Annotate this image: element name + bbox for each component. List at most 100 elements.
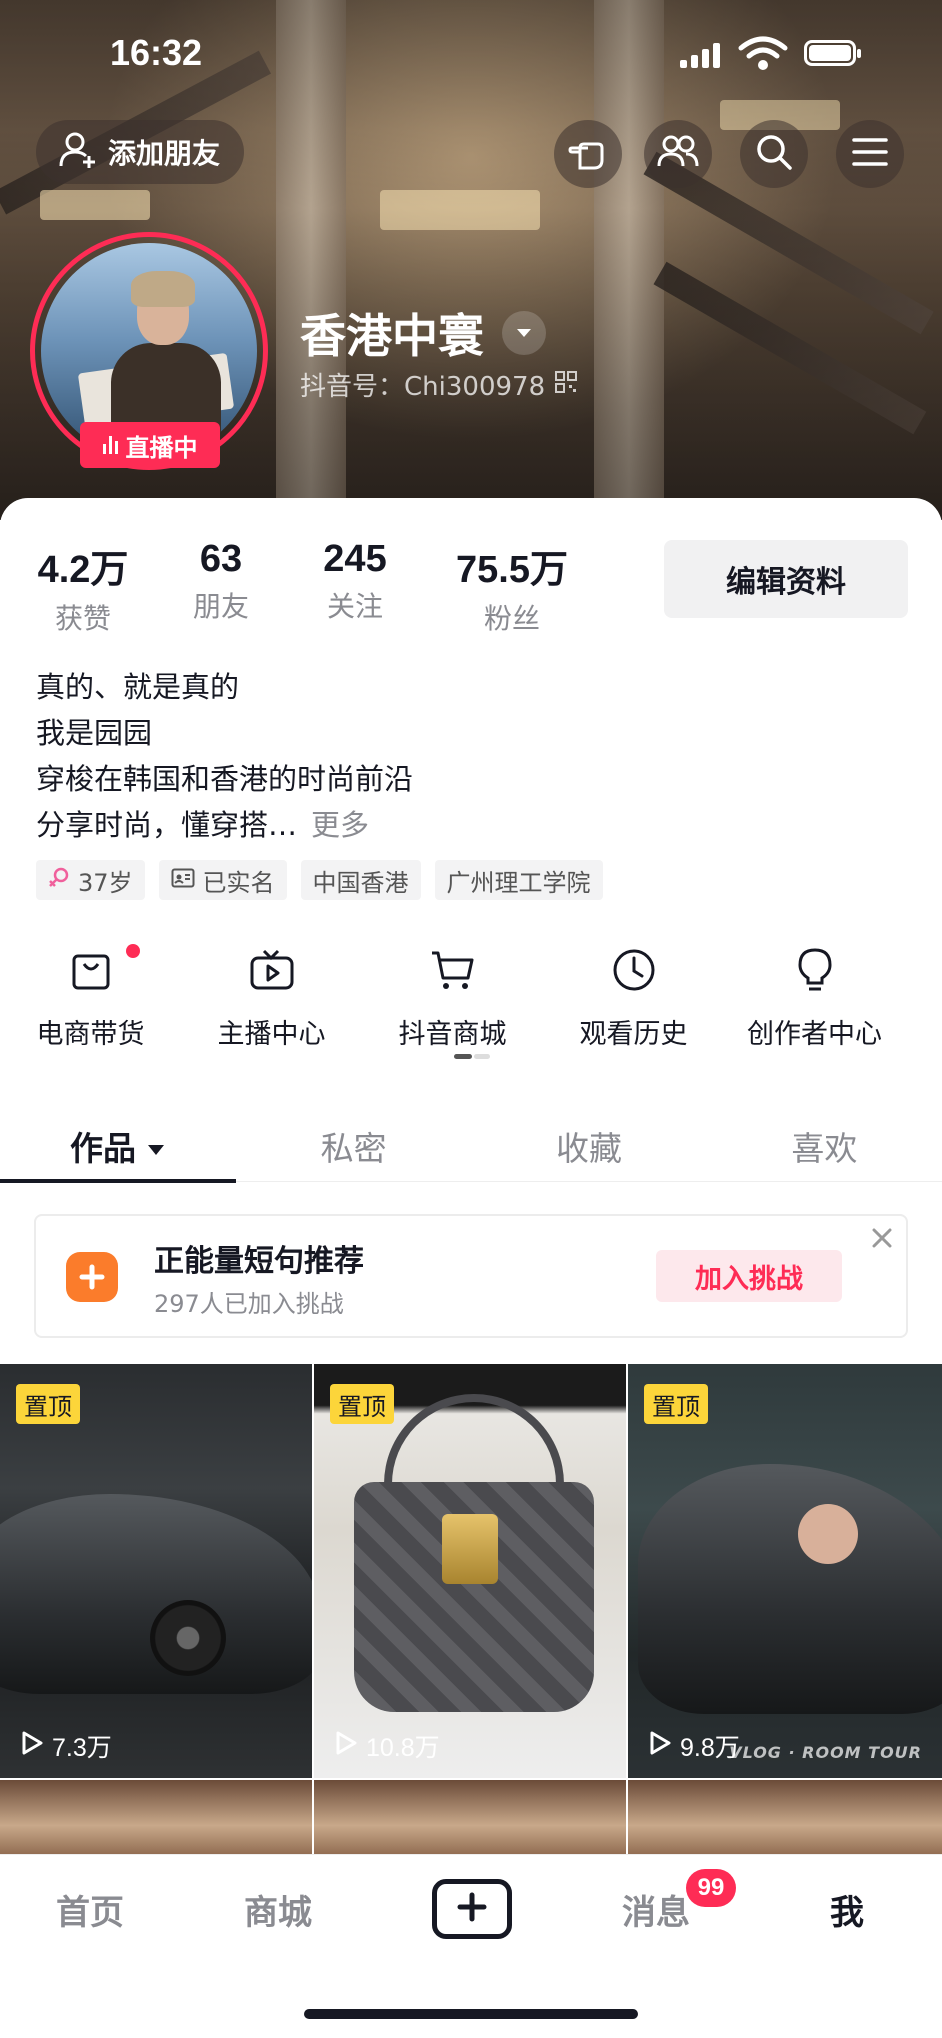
pinned-badge: 置顶	[644, 1384, 708, 1424]
friends-button[interactable]	[644, 120, 712, 188]
content-tabs: 作品 私密 收藏 喜欢	[0, 1110, 942, 1183]
edit-profile-button[interactable]: 编辑资料	[664, 540, 908, 618]
play-icon	[334, 1730, 358, 1763]
challenge-subtitle: 297人已加入挑战	[154, 1290, 344, 1318]
menu-button[interactable]	[836, 120, 904, 188]
stat-likes-value: 4.2万	[37, 549, 129, 591]
profile-tags: 37岁 已实名 中国香港 广州理工学院	[36, 860, 603, 900]
hamburger-menu-icon	[851, 135, 889, 173]
stat-followers[interactable]: 75.5万 粉丝	[450, 538, 574, 637]
stat-followers-label: 粉丝	[483, 602, 540, 635]
tag-location: 中国香港	[300, 860, 421, 900]
shopping-cart-icon	[362, 942, 543, 998]
tag-age-label: 37岁	[78, 868, 133, 897]
group-icon	[656, 132, 700, 176]
stat-followers-value: 75.5万	[456, 549, 568, 591]
tab-favorites-label: 收藏	[555, 1128, 622, 1168]
battery-icon	[804, 40, 861, 66]
stat-friends-value: 63	[199, 538, 243, 580]
douyin-id[interactable]: 抖音号：Chi300978	[300, 366, 578, 403]
id-card-icon	[171, 866, 195, 894]
shortcut-creator-center[interactable]: 创作者中心	[724, 942, 905, 1051]
view-count: 10.8万	[334, 1728, 440, 1764]
caret-down-icon	[146, 1126, 166, 1165]
video-thumbnail[interactable]	[314, 1780, 626, 1856]
create-button[interactable]	[432, 1879, 512, 1939]
shortcut-watch-history[interactable]: 观看历史	[543, 942, 724, 1051]
video-thumbnail[interactable]	[0, 1780, 312, 1856]
video-thumbnail[interactable]	[628, 1780, 942, 1856]
tag-age: 37岁	[36, 860, 145, 900]
join-challenge-button[interactable]: 加入挑战	[656, 1250, 842, 1302]
account-switch-icon[interactable]	[502, 311, 546, 355]
search-button[interactable]	[740, 120, 808, 188]
shortcut-douyin-mall[interactable]: 抖音商城	[362, 942, 543, 1051]
lightbulb-icon	[724, 942, 905, 998]
nav-me[interactable]: 我	[830, 1885, 864, 1934]
add-friend-button[interactable]: 添加朋友	[36, 120, 245, 184]
search-icon	[754, 132, 794, 176]
video-grid: 置顶 7.3万 置顶 10.8万 置顶 9.8万 VLOG · ROOM TOU…	[0, 1364, 942, 1856]
close-icon[interactable]	[870, 1226, 894, 1254]
shortcut-label: 创作者中心	[747, 1019, 882, 1050]
stat-friends-label: 朋友	[192, 590, 249, 623]
douyin-id-text: 抖音号：Chi300978	[300, 372, 546, 402]
tab-likes[interactable]: 喜欢	[707, 1110, 942, 1181]
nickname-text: 香港中寰	[300, 309, 484, 363]
tag-verified: 已实名	[158, 860, 287, 900]
challenge-title: 正能量短句推荐	[154, 1244, 364, 1279]
bio: 真的、就是真的 我是园园 穿梭在韩国和香港的时尚前沿 分享时尚，懂穿搭… 更多	[36, 664, 413, 848]
shortcut-streamer-center[interactable]: 主播中心	[181, 942, 362, 1051]
live-badge[interactable]: 直播中	[80, 422, 220, 468]
message-count-badge: 99	[686, 1869, 736, 1907]
plus-icon	[456, 1891, 488, 1927]
tab-works[interactable]: 作品	[0, 1110, 236, 1183]
video-thumbnail[interactable]: 置顶 10.8万	[314, 1364, 626, 1778]
stat-following-value: 245	[323, 538, 387, 580]
tab-works-label: 作品	[70, 1128, 136, 1168]
view-count: 7.3万	[20, 1728, 112, 1764]
status-bar: 16:32	[0, 30, 942, 80]
visitor-button[interactable]	[554, 120, 622, 188]
stat-friends[interactable]: 63 朋友	[172, 538, 270, 637]
view-count-text: 7.3万	[52, 1734, 112, 1762]
tag-school: 广州理工学院	[434, 860, 603, 900]
profile-card: 4.2万 获赞 63 朋友 245 关注 75.5万 粉丝 编辑资料 真的、就是…	[0, 498, 942, 2038]
bio-line: 我是园园	[36, 716, 153, 750]
clock-icon	[543, 942, 724, 998]
play-icon	[20, 1730, 44, 1763]
shortcut-label: 抖音商城	[398, 1019, 507, 1050]
challenge-banner[interactable]: 正能量短句推荐 297人已加入挑战 加入挑战	[34, 1214, 908, 1338]
stat-following[interactable]: 245 关注	[306, 538, 404, 637]
tab-private[interactable]: 私密	[236, 1110, 471, 1181]
add-friend-label: 添加朋友	[108, 137, 221, 170]
nav-home[interactable]: 首页	[56, 1885, 124, 1934]
bio-line: 穿梭在韩国和香港的时尚前沿	[36, 762, 414, 796]
profile-nickname: 香港中寰	[300, 300, 546, 366]
bottom-nav: 首页 商城 消息 99 我	[0, 1854, 942, 2038]
live-bars-icon	[102, 436, 118, 454]
tab-private-label: 私密	[320, 1128, 387, 1168]
status-time: 16:32	[110, 32, 203, 73]
tag-location-label: 中国香港	[312, 868, 409, 897]
tv-play-icon	[181, 942, 362, 998]
wifi-icon	[738, 36, 788, 76]
video-overlay-text: VLOG · ROOM TOUR	[729, 1743, 922, 1762]
female-gender-icon	[48, 866, 70, 894]
challenge-plus-icon	[66, 1252, 118, 1302]
video-thumbnail[interactable]: 置顶 9.8万 VLOG · ROOM TOUR	[628, 1364, 942, 1778]
video-thumbnail[interactable]: 置顶 7.3万	[0, 1364, 312, 1778]
tag-verified-label: 已实名	[202, 868, 275, 897]
nav-mall[interactable]: 商城	[244, 1885, 312, 1934]
bio-more-link[interactable]: 更多	[311, 808, 369, 842]
shortcut-ecommerce[interactable]: 电商带货	[0, 942, 181, 1051]
nav-messages[interactable]: 消息	[622, 1885, 690, 1934]
live-label: 直播中	[125, 433, 198, 462]
tab-favorites[interactable]: 收藏	[471, 1110, 706, 1181]
shortcut-page-indicator	[454, 1054, 490, 1059]
shopping-bag-icon	[0, 942, 181, 998]
tab-likes-label: 喜欢	[791, 1128, 858, 1168]
view-count: 9.8万	[648, 1728, 740, 1764]
shortcut-label: 电商带货	[36, 1019, 145, 1050]
stat-likes[interactable]: 4.2万 获赞	[34, 538, 132, 637]
